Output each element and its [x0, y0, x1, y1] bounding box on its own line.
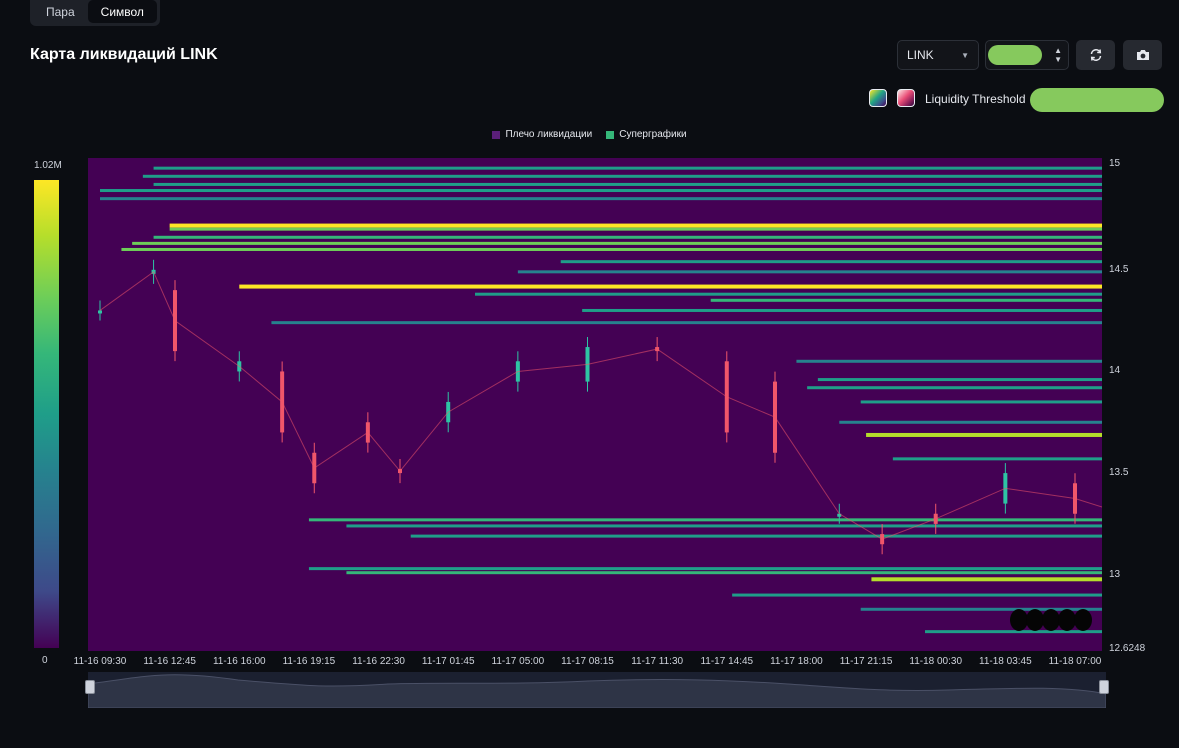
chevron-down-icon: ▼	[961, 50, 969, 60]
liquidation-level-15	[582, 308, 1102, 312]
liquidation-level-13	[475, 292, 1102, 296]
y-tick-label: 12.6248	[1109, 643, 1146, 654]
liquidation-level-12	[239, 284, 1102, 289]
x-tick-label: 11-17 14:45	[700, 656, 754, 667]
liquidation-level-11	[517, 270, 1102, 274]
tab-symbol[interactable]: Символ	[87, 0, 157, 23]
navigator-area-svg	[87, 674, 1107, 709]
x-tick-label: 11-16 22:30	[352, 656, 405, 667]
liquidation-level-6	[169, 227, 1102, 231]
liquidation-level-8	[132, 241, 1102, 245]
legend-label: Суперграфики	[619, 129, 687, 140]
liquidation-level-3	[100, 189, 1102, 193]
colorbar-max-label: 1.02M	[34, 160, 62, 171]
y-tick-label: 13	[1109, 568, 1121, 580]
y-tick-label: 15	[1109, 158, 1121, 169]
liquidation-level-17	[796, 359, 1102, 363]
liquidation-level-0	[153, 166, 1102, 170]
symbol-select[interactable]: LINK ▼	[897, 40, 979, 70]
liquidation-level-9	[121, 247, 1102, 251]
redaction-blob	[988, 45, 1042, 65]
liquidation-level-32	[925, 630, 1102, 634]
liquidation-level-22	[866, 432, 1102, 437]
liquidation-level-21	[839, 420, 1102, 424]
heatmap-svg	[98, 166, 1102, 634]
refresh-button[interactable]	[1076, 40, 1115, 70]
x-tick-label: 11-16 16:00	[212, 656, 266, 667]
chart-legend: Плечо ликвидации Суперграфики	[0, 129, 1179, 140]
liquidation-level-18	[817, 378, 1102, 382]
liquidation-level-10	[560, 260, 1102, 264]
liquidation-level-14	[710, 298, 1102, 302]
liquidation-level-24	[308, 518, 1102, 522]
liquidation-level-27	[308, 567, 1102, 571]
legend-swatch	[492, 130, 501, 139]
heatmap-plot[interactable]	[88, 158, 1102, 651]
legend-item-liquidation[interactable]: Плечо ликвидации	[492, 129, 592, 140]
legend-label: Плечо ликвидации	[505, 129, 593, 140]
legend-item-supercharts[interactable]: Суперграфики	[606, 129, 687, 140]
camera-icon	[1136, 50, 1149, 60]
symbol-select-value: LINK	[907, 48, 934, 62]
colorbar	[34, 180, 59, 648]
y-tick-label: 14.5	[1109, 263, 1129, 275]
x-tick-label: 11-17 11:30	[631, 656, 684, 667]
threshold-slider[interactable]	[1030, 88, 1164, 112]
liquidation-level-28	[346, 571, 1102, 575]
liquidation-level-29	[871, 577, 1102, 582]
x-tick-label: 11-16 12:45	[143, 656, 196, 667]
screenshot-button[interactable]	[1123, 40, 1162, 70]
mode-tabs: Пара Символ	[30, 0, 160, 26]
liquidity-threshold-label: Liquidity Threshold	[925, 92, 1026, 106]
x-tick-label: 11-17 21:15	[839, 656, 893, 667]
liquidation-level-2	[153, 182, 1102, 186]
x-tick-label: 11-16 09:30	[73, 656, 127, 667]
x-tick-label: 11-16 19:15	[282, 656, 336, 667]
stepper-arrows-icon[interactable]: ▲ ▼	[1054, 46, 1062, 64]
y-tick-label: 14	[1109, 365, 1121, 377]
interval-stepper[interactable]: ▲ ▼	[985, 40, 1069, 70]
x-tick-label: 11-18 03:45	[979, 656, 1032, 667]
liquidation-level-26	[410, 534, 1102, 538]
legend-swatch	[606, 130, 615, 139]
x-tick-label: 11-17 01:45	[421, 656, 475, 667]
candle-0	[98, 310, 102, 314]
x-tick-label: 11-17 18:00	[770, 656, 823, 667]
liquidation-level-20	[860, 400, 1102, 404]
page-title: Карта ликвидаций LINK	[30, 46, 218, 63]
liquidation-level-23	[892, 457, 1102, 461]
navigator-left-handle[interactable]	[85, 680, 95, 694]
x-tick-label: 11-18 00:30	[909, 656, 963, 667]
palette-viridis-button[interactable]	[869, 89, 887, 107]
liquidation-level-5	[169, 223, 1102, 228]
time-navigator[interactable]	[85, 672, 1109, 709]
colorbar-min-label: 0	[42, 655, 48, 666]
liquidation-level-7	[153, 235, 1102, 239]
liquidation-level-19	[807, 386, 1102, 390]
navigator-right-handle[interactable]	[1099, 680, 1109, 694]
tab-pair[interactable]: Пара	[33, 0, 88, 23]
liquidation-level-16	[271, 321, 1102, 325]
palette-magma-button[interactable]	[897, 89, 915, 107]
liquidation-level-25	[346, 524, 1102, 528]
x-tick-label: 11-17 08:15	[561, 656, 614, 667]
refresh-icon	[1090, 49, 1101, 61]
liquidation-level-1	[142, 174, 1102, 178]
liquidation-level-30	[732, 593, 1102, 597]
x-tick-label: 11-18 07:00	[1048, 656, 1102, 667]
liquidation-level-4	[100, 197, 1102, 201]
y-tick-label: 13.5	[1109, 467, 1129, 479]
x-tick-label: 11-17 05:00	[491, 656, 545, 667]
